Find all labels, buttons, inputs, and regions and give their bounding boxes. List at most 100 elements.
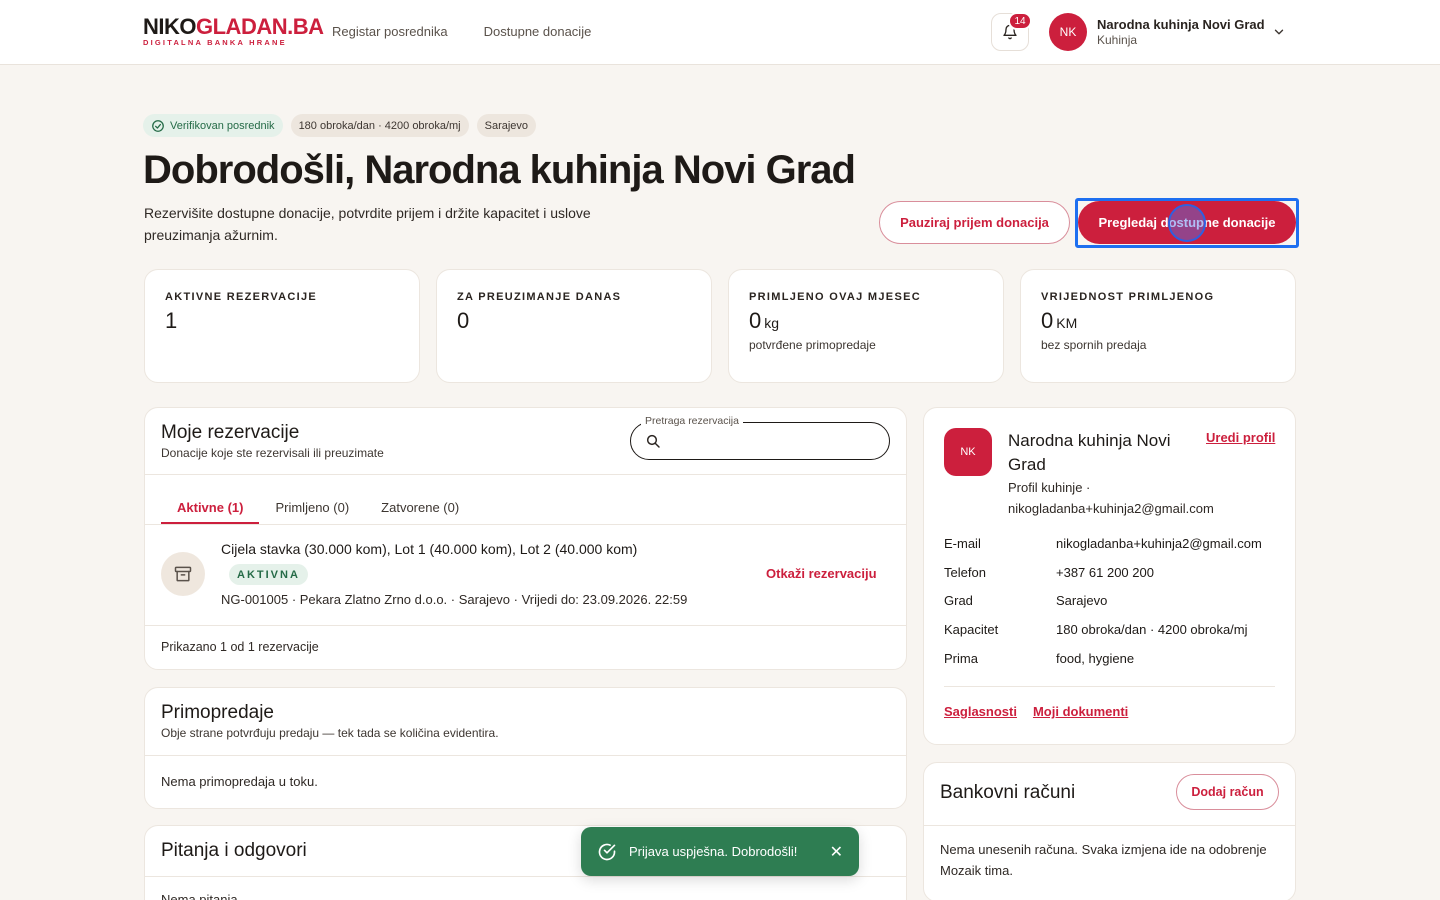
profile-card: NK Narodna kuhinja Novi Grad Uredi profi… (923, 407, 1296, 745)
profile-email-line: nikogladanba+kuhinja2@gmail.com (1008, 501, 1214, 516)
city-badge: Sarajevo (476, 114, 537, 137)
panel-title: Bankovni računi (940, 782, 1076, 803)
user-name[interactable]: Narodna kuhinja Novi Grad (1097, 17, 1265, 32)
cancel-reservation-button[interactable]: Otkaži rezervaciju (766, 566, 877, 581)
stat-value: 1 (165, 308, 178, 333)
stat-label: AKTIVNE REZERVACIJE (165, 291, 318, 303)
edit-profile-link[interactable]: Uredi profil (1206, 430, 1275, 445)
stat-value-row: 0 KM (1041, 308, 1275, 334)
reservation-tabs: Aktivne (1) Primljeno (0) Zatvorene (0) (161, 491, 475, 524)
divider (145, 625, 906, 626)
stat-card-received-month: PRIMLJENO OVAJ MJESEC 0 kg potvrđene prim… (728, 269, 1004, 383)
reservation-count: Prikazano 1 od 1 rezervacije (161, 640, 319, 654)
bank-accounts-card: Bankovni računi Dodaj račun Nema uneseni… (923, 762, 1296, 900)
row-key: E-mail (944, 536, 981, 551)
row-value: +387 61 200 200 (1056, 565, 1154, 580)
notification-count-badge: 14 (1008, 12, 1032, 30)
panel-title: Moje rezervacije (161, 422, 300, 443)
logo-tagline: DIGITALNA BANKA HRANE (143, 38, 287, 47)
stat-value: 0 (457, 308, 470, 333)
divider (145, 524, 906, 525)
row-key: Grad (944, 593, 973, 608)
capacity-badge: 180 obroka/dan · 4200 obroka/mj (290, 114, 469, 137)
reservations-panel: Moje rezervacije Donacije koje ste rezer… (144, 407, 907, 670)
profile-links: Saglasnosti Moji dokumenti (944, 704, 1128, 719)
tab-closed[interactable]: Zatvorene (0) (365, 491, 475, 524)
divider (145, 755, 906, 756)
chevron-down-icon (1274, 29, 1284, 35)
status-chips: Verifikovan posrednik 180 obroka/dan · 4… (143, 114, 537, 137)
stat-value: 0 (749, 308, 762, 333)
success-toast: Prijava uspješna. Dobrodošli! ✕ (581, 827, 859, 876)
search-label: Pretraga rezervacija (641, 415, 743, 427)
stat-unit: kg (764, 315, 780, 331)
divider (145, 474, 906, 475)
stat-unit: KM (1056, 315, 1078, 331)
profile-avatar: NK (944, 428, 992, 476)
toast-message: Prijava uspješna. Dobrodošli! (629, 844, 798, 859)
nav-link-donations[interactable]: Dostupne donacije (484, 24, 592, 39)
stat-note: bez spornih predaja (1041, 338, 1147, 352)
top-bar: NIKOGLADAN.BA DIGITALNA BANKA HRANE Regi… (0, 0, 1440, 65)
divider (145, 876, 906, 877)
profile-name: Narodna kuhinja Novi Grad (1008, 431, 1171, 474)
row-value: Sarajevo (1056, 593, 1108, 608)
panel-title: Pitanja i odgovori (161, 840, 307, 861)
empty-state: Nema unesenih računa. Svaka izmjena ide … (940, 842, 1267, 878)
status-badge: AKTIVNA (229, 564, 308, 585)
user-avatar[interactable]: NK (1049, 13, 1087, 51)
browse-donations-button[interactable]: Pregledaj dostupne donacije (1078, 201, 1296, 244)
tab-received[interactable]: Primljeno (0) (259, 491, 365, 524)
logo-text-dark: NIKO (143, 14, 197, 39)
page-title: Dobrodošli, Narodna kuhinja Novi Grad (143, 148, 856, 192)
reservation-item-icon (161, 552, 205, 596)
stat-note: potvrđene primopredaje (749, 338, 876, 352)
divider (944, 686, 1275, 687)
reservation-meta: NG-001005 · Pekara Zlatno Zrno d.o.o. · … (221, 592, 688, 607)
consents-link[interactable]: Saglasnosti (944, 704, 1017, 719)
stat-value: 0 (1041, 308, 1054, 333)
archive-icon (174, 566, 192, 582)
row-value: nikogladanba+kuhinja2@gmail.com (1056, 536, 1262, 551)
row-key: Kapacitet (944, 622, 999, 637)
stat-value-row: 0 kg (749, 308, 983, 334)
verified-badge-label: Verifikovan posrednik (170, 119, 275, 132)
stat-label: PRIMLJENO OVAJ MJESEC (749, 291, 921, 303)
documents-link[interactable]: Moji dokumenti (1033, 704, 1128, 719)
check-circle-icon (152, 119, 164, 132)
verified-badge: Verifikovan posrednik (143, 114, 283, 137)
row-key: Prima (944, 651, 978, 666)
user-role: Kuhinja (1097, 33, 1138, 47)
tab-active[interactable]: Aktivne (1) (161, 491, 260, 524)
main-nav: Registar posrednika Dostupne donacije (332, 24, 591, 39)
panel-subtitle: Donacije koje ste rezervisali ili preuzi… (161, 446, 384, 460)
reservation-title[interactable]: Cijela stavka (30.000 kom), Lot 1 (40.00… (221, 541, 637, 557)
stat-card-received-value: VRIJEDNOST PRIMLJENOG 0 KM bez spornih pr… (1020, 269, 1296, 383)
logo-text-red: GLADAN.BA (196, 14, 324, 39)
panel-title: Primopredaje (161, 702, 274, 723)
pause-donations-button[interactable]: Pauziraj prijem donacija (879, 201, 1070, 244)
stat-label: VRIJEDNOST PRIMLJENOG (1041, 291, 1215, 303)
search-input[interactable] (671, 429, 871, 453)
page-subtitle: Rezervišite dostupne donacije, potvrdite… (144, 205, 591, 243)
user-menu-toggle[interactable] (1272, 25, 1286, 44)
stat-label: ZA PREUZIMANJE DANAS (457, 291, 622, 303)
row-value: 180 obroka/dan · 4200 obroka/mj (1056, 622, 1248, 637)
divider (924, 825, 1295, 826)
row-key: Telefon (944, 565, 986, 580)
close-icon[interactable]: ✕ (830, 842, 843, 862)
panel-subtitle: Obje strane potvrđuju predaju — tek tada… (161, 726, 499, 740)
nav-link-registry[interactable]: Registar posrednika (332, 24, 448, 39)
row-value: food, hygiene (1056, 651, 1135, 666)
add-account-button[interactable]: Dodaj račun (1176, 774, 1279, 810)
handovers-panel: Primopredaje Obje strane potvrđuju preda… (144, 687, 907, 809)
search-icon (645, 433, 661, 454)
empty-state: Nema pitanja (161, 892, 238, 900)
stat-card-active-reservations: AKTIVNE REZERVACIJE 1 (144, 269, 420, 383)
check-circle-icon (598, 843, 616, 860)
reservation-search[interactable]: Pretraga rezervacija (630, 415, 890, 460)
stat-card-pickup-today: ZA PREUZIMANJE DANAS 0 (436, 269, 712, 383)
logo[interactable]: NIKOGLADAN.BA DIGITALNA BANKA HRANE (143, 16, 324, 47)
profile-type: Profil kuhinje · (1008, 480, 1091, 495)
profile-subtitle: Profil kuhinje · nikogladanba+kuhinja2@g… (1008, 477, 1258, 519)
